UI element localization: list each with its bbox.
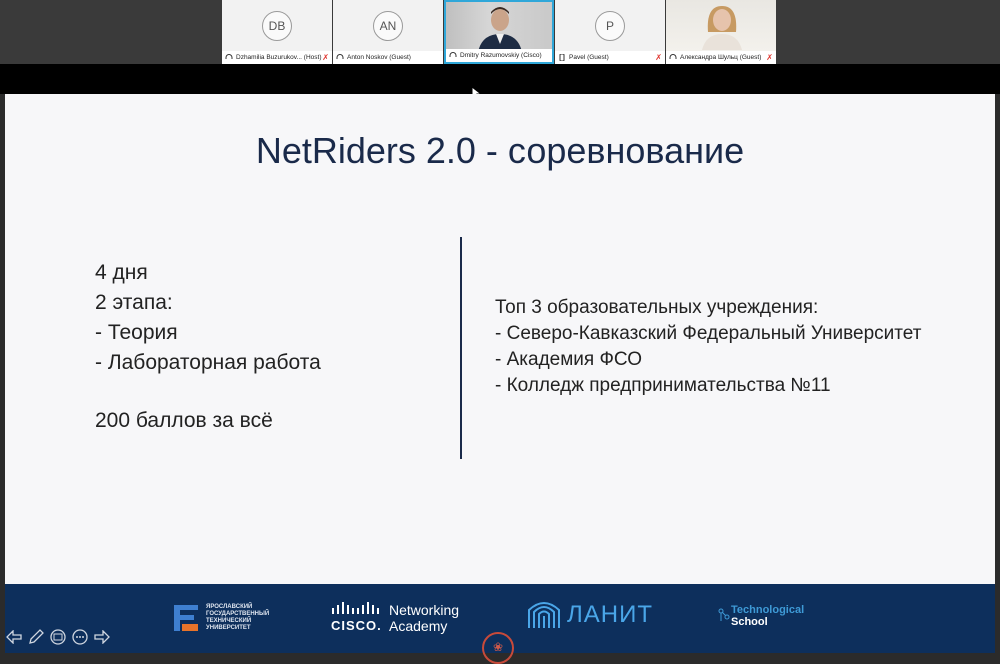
more-options-button[interactable] [71, 628, 89, 646]
logo-text: УНИВЕРСИТЕТ [206, 625, 251, 631]
headset-icon [669, 54, 677, 59]
logo-text: ТЕХНИЧЕСКИЙ [206, 618, 252, 624]
record-icon: ❀ [492, 640, 504, 654]
avatar: AN [373, 11, 403, 41]
participant-tile[interactable]: P Pavel (Guest) ✗ [555, 0, 665, 64]
participant-label: Dzhamilia Buzurukov... (Host) ✗ [222, 51, 332, 64]
headset-icon [336, 54, 344, 59]
slide-text: - Теория [95, 321, 178, 344]
participant-video [666, 0, 776, 51]
slide-divider [460, 237, 462, 459]
participant-name: Dzhamilia Buzurukov... (Host) [236, 54, 322, 61]
logo-text: Technological [731, 604, 805, 616]
logo-text: School [731, 616, 768, 628]
logo-text: Networking [389, 602, 460, 618]
ystu-logo: ЯРОСЛАВСКИЙ ГОСУДАРСТВЕННЫЙ ТЕХНИЧЕСКИЙ … [172, 603, 269, 633]
grid-icon [50, 629, 66, 645]
participant-label: Александра Шульц (Guest) ✗ [666, 51, 776, 64]
ystu-logo-mark [174, 605, 198, 631]
lanit-logo-mark [528, 602, 560, 628]
slide-heading: Топ 3 образовательных учреждения: [495, 297, 819, 318]
technological-school-logo: Technological School [718, 604, 804, 628]
logo-text: Academy [389, 618, 448, 634]
prev-slide-button[interactable] [5, 628, 23, 646]
cisco-bars-icon [332, 602, 379, 614]
participant-video [446, 2, 552, 49]
phone-icon [559, 54, 565, 61]
slide-text: - Лабораторная работа [95, 351, 321, 374]
record-button[interactable]: ❀ [482, 632, 514, 664]
participant-label: Anton Noskov (Guest) [333, 51, 443, 64]
network-node-icon [718, 608, 730, 621]
participant-tile[interactable]: Александра Шульц (Guest) ✗ [666, 0, 776, 64]
participant-tile[interactable]: AN Anton Noskov (Guest) [333, 0, 443, 64]
slide-text: 200 баллов за всё [95, 409, 273, 432]
ystu-logo-text: ЯРОСЛАВСКИЙ ГОСУДАРСТВЕННЫЙ ТЕХНИЧЕСКИЙ … [206, 604, 269, 632]
slides-grid-button[interactable] [49, 628, 67, 646]
participant-label: Pavel (Guest) ✗ [555, 51, 665, 64]
cisco-logo: CISCO. Networking Academy [329, 600, 489, 640]
logo-text: ЯРОСЛАВСКИЙ [206, 604, 253, 610]
headset-icon [225, 54, 233, 59]
participant-name: Александра Шульц (Guest) [680, 54, 762, 61]
prev-arrow-icon [6, 630, 22, 644]
list-item: - Академия ФСО [495, 349, 642, 370]
more-icon [72, 629, 88, 645]
mic-muted-icon: ✗ [322, 53, 329, 62]
person-video-image [702, 6, 742, 50]
presentation-toolbar [5, 628, 111, 646]
participant-list: DB Dzhamilia Buzurukov... (Host) ✗ AN An… [222, 0, 778, 64]
avatar: DB [262, 11, 292, 41]
mic-muted-icon: ✗ [766, 53, 773, 62]
list-item: - Колледж предпринимательства №11 [495, 375, 831, 396]
pen-button[interactable] [27, 628, 45, 646]
person-video-image [478, 7, 522, 49]
slide-text: 2 этапа: [95, 291, 173, 314]
participant-name: Anton Noskov (Guest) [347, 54, 411, 61]
slide-right-column: Топ 3 образовательных учреждения: - Севе… [495, 295, 921, 399]
avatar: P [595, 11, 625, 41]
participant-label: Dmitry Razumovskiy (Cisco) [446, 49, 552, 62]
participant-name: Dmitry Razumovskiy (Cisco) [460, 52, 542, 59]
cisco-wordmark: CISCO. [331, 618, 382, 633]
participant-tile[interactable]: DB Dzhamilia Buzurukov... (Host) ✗ [222, 0, 332, 64]
technological-school-text: Technological School [731, 604, 804, 628]
next-slide-button[interactable] [93, 628, 111, 646]
presentation-slide: NetRiders 2.0 - соревнование 4 дня 2 эта… [5, 94, 995, 584]
participant-name: Pavel (Guest) [569, 54, 609, 61]
logo-text: ГОСУДАРСТВЕННЫЙ [206, 611, 270, 617]
participant-tile-active[interactable]: Dmitry Razumovskiy (Cisco) [444, 0, 554, 64]
slide-title: NetRiders 2.0 - соревнование [255, 130, 745, 171]
pen-icon [29, 629, 44, 644]
lanit-logo: ЛАНИТ [527, 600, 653, 630]
participant-strip: DB Dzhamilia Buzurukov... (Host) ✗ AN An… [0, 0, 1000, 64]
lanit-wordmark: ЛАНИТ [567, 601, 653, 628]
cisco-academy-text: Networking Academy [389, 602, 489, 634]
list-item: - Северо-Кавказский Федеральный Универси… [495, 323, 922, 344]
next-arrow-icon [94, 630, 110, 644]
mic-muted-icon: ✗ [655, 53, 662, 62]
slide-left-column: 4 дня 2 этапа: - Теория - Лабораторная р… [95, 258, 321, 436]
slide-text: 4 дня [95, 261, 148, 284]
shared-screen-bar [0, 64, 1000, 94]
headset-icon [449, 52, 457, 57]
